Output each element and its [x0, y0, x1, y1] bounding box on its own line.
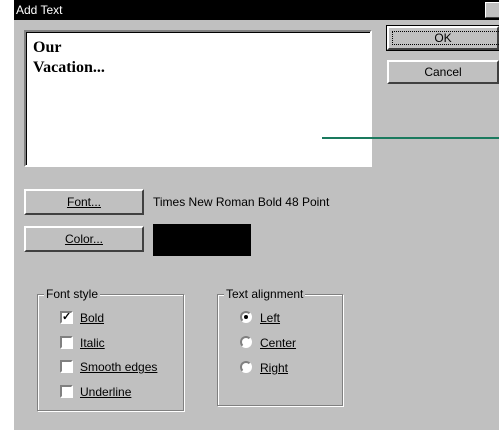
radio-center-label: Center: [260, 336, 297, 350]
radio-selected-dot: [244, 315, 248, 319]
checkbox-bold-label: Bold: [80, 311, 105, 325]
focus-rect: [392, 31, 499, 45]
title-bar: Add Text: [14, 0, 499, 20]
text-input[interactable]: Our Vacation...: [24, 30, 372, 167]
cancel-button[interactable]: Cancel: [387, 60, 499, 84]
text-alignment-legend: Text alignment: [224, 287, 306, 301]
checkbox-italic-box[interactable]: [60, 336, 73, 349]
checkbox-bold-box[interactable]: ✓: [60, 311, 73, 324]
text-alignment-group: Text alignment Left Center Right: [217, 287, 343, 406]
checkbox-underline-label: Underline: [80, 385, 132, 399]
radio-left-label: Left: [260, 311, 281, 325]
font-style-group: Font style ✓ Bold Italic Smooth edges Un…: [37, 287, 184, 411]
color-button[interactable]: Color...: [24, 226, 144, 252]
font-button-label: Font...: [66, 195, 101, 209]
color-swatch: [153, 224, 251, 256]
radio-right-button[interactable]: [240, 361, 252, 373]
font-button[interactable]: Font...: [24, 189, 144, 215]
ok-button[interactable]: OK: [386, 25, 499, 51]
window-title: Add Text: [16, 3, 63, 17]
callout-line: [322, 137, 499, 139]
checkbox-italic-label: Italic: [80, 336, 105, 350]
close-icon[interactable]: [485, 2, 499, 18]
color-button-label: Color...: [64, 232, 103, 246]
radio-right-label: Right: [260, 361, 289, 375]
cancel-button-label: Cancel: [424, 65, 462, 79]
checkbox-underline-box[interactable]: [60, 385, 73, 398]
checkbox-smooth-edges-label: Smooth edges: [80, 360, 158, 374]
checkbox-smooth-edges-box[interactable]: [60, 360, 73, 373]
font-style-legend: Font style: [44, 287, 101, 301]
radio-center-button[interactable]: [240, 336, 252, 348]
radio-left-button[interactable]: [240, 311, 252, 323]
font-description: Times New Roman Bold 48 Point: [153, 195, 330, 209]
